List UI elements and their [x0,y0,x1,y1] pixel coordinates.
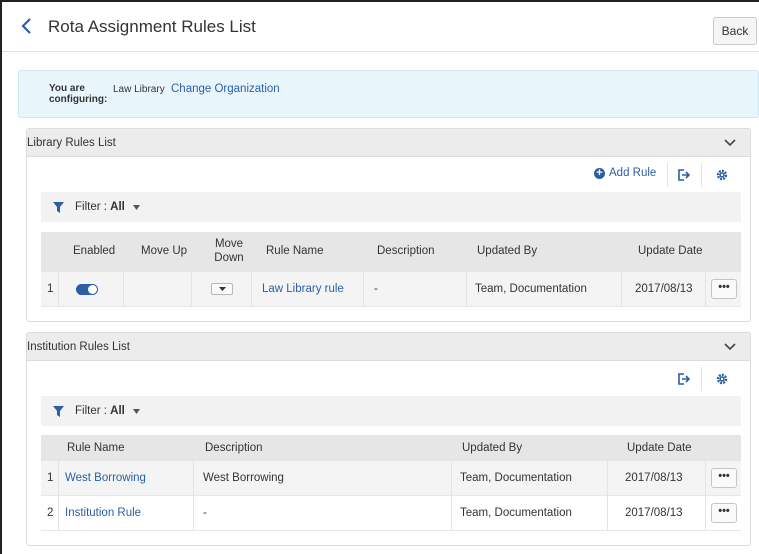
gear-icon[interactable] [715,168,729,182]
col-updated-by[interactable]: Updated By [477,245,537,257]
column-divider [58,461,59,495]
institution-rules-title: Institution Rules List [27,341,130,353]
toolbar-divider [701,367,702,391]
table-row[interactable]: 2 Institution Rule - Team, Documentation… [41,496,741,531]
column-divider [705,496,706,530]
column-divider [705,272,706,306]
column-divider [58,272,59,306]
institution-filter-bar: Filter : All [41,396,741,426]
row-actions-button[interactable]: ••• [711,279,737,299]
column-divider [251,272,252,306]
filter-funnel-icon[interactable] [53,406,64,417]
col-description[interactable]: Description [377,245,435,257]
caret-down-icon[interactable] [133,205,140,210]
configuring-banner: You are configuring: Law Library Change … [18,70,759,118]
rule-name-link[interactable]: Institution Rule [65,507,141,519]
organization-name: Law Library [113,84,165,95]
rule-description: - [374,283,378,295]
rule-description: - [203,507,207,519]
column-divider [363,272,364,306]
enabled-toggle[interactable] [76,284,98,295]
institution-rules-panel: Institution Rules List Filter : All Rule… [26,332,751,546]
filter-label: Filter : [75,201,107,213]
column-divider [193,496,194,530]
column-divider [193,461,194,495]
row-index: 2 [47,507,54,519]
filter-dropdown[interactable]: Filter : All [75,405,125,417]
gear-icon[interactable] [715,372,729,386]
institution-toolbar [27,361,750,395]
export-icon[interactable] [677,168,691,182]
rule-update-date: 2017/08/13 [635,283,693,295]
row-index: 1 [47,472,54,484]
institution-rules-grid: Rule Name Description Updated By Update … [41,435,741,531]
page-title: Rota Assignment Rules List [48,17,256,36]
table-row[interactable]: 1 West Borrowing West Borrowing Team, Do… [41,461,741,496]
column-divider [466,272,467,306]
rule-updated-by: Team, Documentation [460,507,572,519]
grid-header: Enabled Move Up Move Down Rule Name Desc… [41,232,741,272]
plus-circle-icon: + [594,167,605,179]
toolbar-divider [701,163,702,187]
col-update-date[interactable]: Update Date [627,442,692,454]
institution-rules-header[interactable]: Institution Rules List [27,333,750,361]
col-move-up[interactable]: Move Up [141,245,187,257]
library-rules-panel: Library Rules List + Add Rule Filter : A… [26,128,751,322]
column-divider [58,496,59,530]
back-chevron-icon[interactable] [20,17,34,35]
rule-name-link[interactable]: West Borrowing [65,472,146,484]
column-divider [621,272,622,306]
col-move-down[interactable]: Move Down [203,237,255,265]
column-divider [123,272,124,306]
col-updated-by[interactable]: Updated By [462,442,522,454]
filter-value: All [110,201,125,213]
export-icon[interactable] [677,372,691,386]
chevron-down-icon[interactable] [724,342,736,352]
rule-updated-by: Team, Documentation [475,283,587,295]
filter-value: All [110,405,125,417]
col-update-date[interactable]: Update Date [638,245,703,257]
library-rules-grid: Enabled Move Up Move Down Rule Name Desc… [41,232,741,307]
column-divider [191,272,192,306]
filter-dropdown[interactable]: Filter : All [75,201,125,213]
caret-down-icon [219,287,226,291]
rule-update-date: 2017/08/13 [625,507,683,519]
library-rules-title: Library Rules List [27,137,116,149]
change-organization-link[interactable]: Change Organization [171,83,280,95]
rule-description: West Borrowing [203,472,284,484]
caret-down-icon[interactable] [133,409,140,414]
col-description[interactable]: Description [205,442,263,454]
row-actions-button[interactable]: ••• [711,503,737,523]
toolbar-divider [667,163,668,187]
column-divider [607,461,608,495]
configuring-label: You are configuring: [49,83,108,105]
chevron-down-icon[interactable] [724,138,736,148]
column-divider [607,496,608,530]
back-button[interactable]: Back [713,17,757,45]
table-row[interactable]: 1 Law Library rule - Team, Documentation… [41,272,741,307]
row-actions-button[interactable]: ••• [711,468,737,488]
library-toolbar: + Add Rule [27,157,750,191]
add-rule-label: Add Rule [609,167,657,179]
grid-header: Rule Name Description Updated By Update … [41,435,741,461]
rule-update-date: 2017/08/13 [625,472,683,484]
col-rule-name[interactable]: Rule Name [266,245,324,257]
filter-label: Filter : [75,405,107,417]
col-enabled[interactable]: Enabled [73,245,115,257]
column-divider [705,461,706,495]
col-rule-name[interactable]: Rule Name [67,442,125,454]
row-index: 1 [47,283,54,295]
move-down-button[interactable] [211,283,233,295]
library-filter-bar: Filter : All [41,192,741,222]
rule-updated-by: Team, Documentation [460,472,572,484]
top-bar: Rota Assignment Rules List Back [2,2,759,52]
filter-funnel-icon[interactable] [53,202,64,213]
rule-name-link[interactable]: Law Library rule [262,283,344,295]
column-divider [451,461,452,495]
library-rules-header[interactable]: Library Rules List [27,129,750,157]
column-divider [451,496,452,530]
add-rule-button[interactable]: + Add Rule [594,167,656,179]
